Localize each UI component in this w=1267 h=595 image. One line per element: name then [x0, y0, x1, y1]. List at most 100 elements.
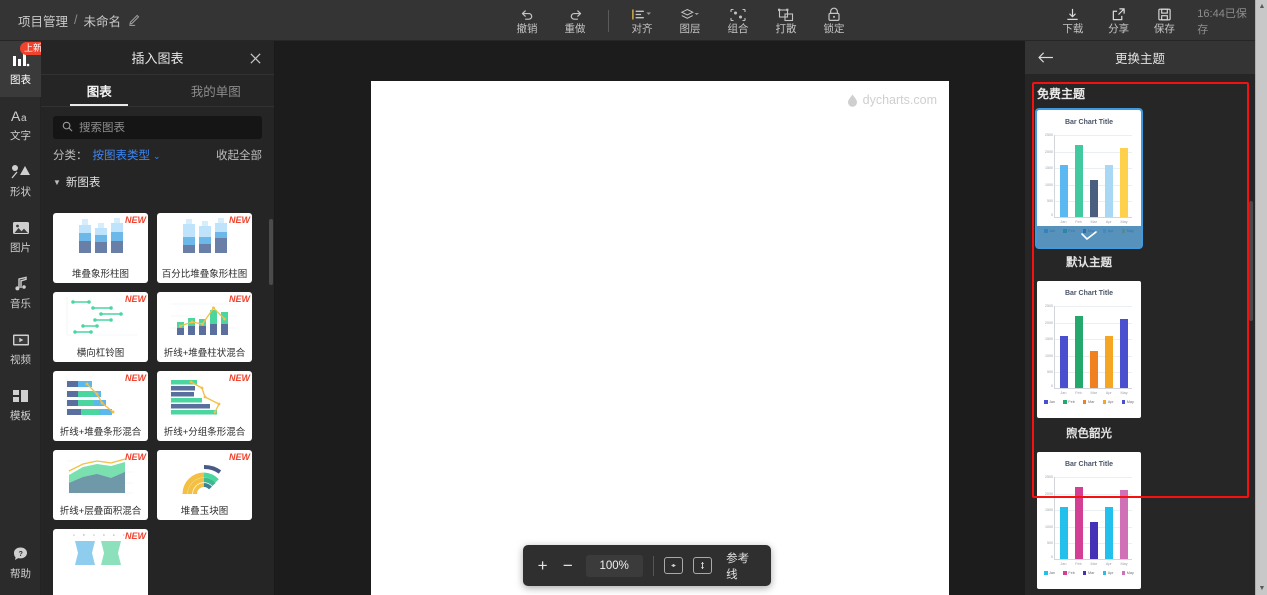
scroll-up-arrow-icon[interactable]: ▲ — [1256, 0, 1267, 13]
sidebar-item-image[interactable]: 图片 — [0, 209, 41, 265]
check-icon — [1079, 231, 1099, 242]
guides-button[interactable]: 参考线 — [726, 550, 759, 582]
group-header[interactable]: ▼ 新图表 — [41, 163, 274, 195]
sidebar-item-template[interactable]: 模板 — [0, 377, 41, 433]
svg-text:D: D — [103, 533, 105, 537]
search-icon — [62, 119, 73, 137]
breadcrumb-current[interactable]: 未命名 — [84, 11, 122, 30]
sidebar-label-template: 模板 — [10, 410, 31, 422]
sidebar-item-help[interactable]: ? 帮助 — [0, 535, 41, 591]
chart-card[interactable]: NEW ABCDEF — [53, 529, 148, 595]
toolbar-divider — [608, 9, 609, 32]
rail-bottom: ? 帮助 — [0, 535, 41, 591]
droplet-icon — [847, 94, 858, 107]
chart-card[interactable]: NEW — [53, 292, 148, 362]
chart-card[interactable]: NEW — [157, 292, 252, 362]
sidebar-item-chart[interactable]: 上新 图表 — [0, 41, 47, 97]
mini-chart: Bar Chart Title 2500 2000 1500 1000 500 0 — [1037, 452, 1141, 589]
chart-card[interactable]: NEW 堆叠象形柱图 — [53, 213, 148, 283]
theme-thumbnail: Bar Chart Title 2500 2000 1500 1000 500 0 — [1037, 452, 1141, 589]
pencil-icon[interactable] — [127, 14, 140, 27]
redo-button[interactable]: 重做 — [551, 0, 599, 41]
theme-name: 煦色韶光 — [1066, 428, 1112, 440]
sidebar-item-text[interactable]: Aa 文字 — [0, 97, 41, 153]
panel-tabs: 图表 我的单图 — [41, 75, 274, 107]
theme-panel-header: 更换主题 — [1025, 41, 1255, 74]
layer-button[interactable]: 图层 — [666, 0, 714, 41]
panel-scrollbar-thumb[interactable] — [269, 219, 273, 285]
sidebar-item-shape[interactable]: 形状 — [0, 153, 41, 209]
new-badge: NEW — [229, 215, 250, 225]
canvas-page[interactable]: dycharts.com — [371, 81, 949, 595]
filter-label: 分类： — [53, 150, 88, 162]
undo-button[interactable]: 撤销 — [503, 0, 551, 41]
chart-card[interactable]: NEW 百分比堆叠象形柱图 — [157, 213, 252, 283]
zoom-out-button[interactable]: − — [560, 557, 575, 574]
sidebar-label-video: 视频 — [10, 354, 31, 366]
group-button[interactable]: 组合 — [714, 0, 762, 41]
svg-text:a: a — [21, 113, 27, 124]
group-icon — [730, 6, 746, 23]
right-tools: 下载 分享 保存 16:44已保存 — [1050, 0, 1255, 41]
breadcrumb-separator: / — [74, 13, 78, 27]
mini-chart-title: Bar Chart Title — [1064, 290, 1114, 297]
app-root: 项目管理 / 未命名 撤销 重做 对齐 图层 组合 打散 锁定 下载 分享 保存… — [0, 0, 1267, 595]
new-badge: NEW — [229, 373, 250, 383]
sidebar-item-video[interactable]: 视频 — [0, 321, 41, 377]
mini-bars — [1056, 477, 1132, 559]
share-icon — [1111, 6, 1126, 23]
search-box[interactable] — [53, 116, 262, 139]
text-icon: Aa — [11, 107, 31, 125]
mini-bars — [1056, 306, 1132, 388]
chart-card-scroll[interactable]: NEW 堆叠象形柱图 NEW 百分比堆叠象形柱图 NEW 横向杠铃图 NEW 折… — [41, 213, 275, 595]
align-button[interactable]: 对齐 — [618, 0, 666, 41]
save-button[interactable]: 保存 — [1142, 0, 1188, 41]
chart-card[interactable]: NEW 折线+分组条形混合 — [157, 371, 252, 441]
theme-thumbnail: Bar Chart Title 2500 2000 1500 1000 500 0 — [1035, 108, 1143, 249]
chart-card[interactable]: NEW 折线+层叠面积混合 — [53, 450, 148, 520]
tab-charts[interactable]: 图表 — [41, 75, 158, 106]
share-button[interactable]: 分享 — [1096, 0, 1142, 41]
new-badge: NEW — [125, 215, 146, 225]
fit-height-icon[interactable] — [692, 557, 713, 574]
chart-card-caption: 横向杠铃图 — [76, 347, 125, 359]
zoom-in-button[interactable]: + — [535, 557, 550, 574]
zoom-value[interactable]: 100% — [585, 554, 643, 577]
theme-item[interactable]: Bar Chart Title 2500 2000 1500 1000 500 0 — [1035, 108, 1143, 270]
theme-item[interactable]: Bar Chart Title 2500 2000 1500 1000 500 0 — [1037, 452, 1141, 595]
close-icon[interactable] — [246, 49, 264, 67]
sidebar-item-music[interactable]: 音乐 — [0, 265, 41, 321]
filter-row: 分类： 按图表类型 ⌄ 收起全部 — [41, 139, 274, 163]
download-button[interactable]: 下载 — [1050, 0, 1096, 41]
help-icon: ? — [12, 545, 29, 563]
redo-label: 重做 — [564, 23, 586, 35]
template-icon — [12, 387, 30, 405]
video-icon — [12, 331, 30, 349]
save-label: 保存 — [1153, 23, 1175, 35]
breadcrumb-root[interactable]: 项目管理 — [18, 11, 68, 30]
scroll-down-arrow-icon[interactable]: ▼ — [1256, 582, 1267, 595]
svg-text:C: C — [93, 533, 95, 537]
browser-scrollbar[interactable]: ▲ ▼ — [1255, 0, 1267, 595]
new-badge: NEW — [125, 531, 146, 541]
top-toolbar: 项目管理 / 未命名 撤销 重做 对齐 图层 组合 打散 锁定 下载 分享 保存… — [0, 0, 1255, 41]
fit-width-icon[interactable] — [663, 557, 683, 574]
search-input[interactable] — [79, 121, 253, 134]
mini-xlabels: Jan Feb Mar Apr May — [1060, 220, 1128, 224]
chart-card[interactable]: NEW 折线+堆叠条形混合 — [53, 371, 148, 441]
collapse-all-button[interactable]: 收起全部 — [216, 147, 262, 163]
ungroup-button[interactable]: 打散 — [762, 0, 810, 41]
arrow-left-icon[interactable] — [1036, 48, 1055, 67]
theme-item[interactable]: Bar Chart Title 2500 2000 1500 1000 500 0 — [1037, 281, 1141, 441]
filter-value[interactable]: 按图表类型 ⌄ — [93, 147, 161, 163]
chart-card[interactable]: NEW — [157, 450, 252, 520]
chart-card-caption: 百分比堆叠象形柱图 — [161, 268, 248, 280]
theme-panel-scrollbar-thumb[interactable] — [1249, 201, 1253, 321]
mini-plot: 2500 2000 1500 1000 500 0 — [1045, 133, 1132, 218]
sidebar-label-shape: 形状 — [10, 186, 31, 198]
sidebar-label-help: 帮助 — [10, 568, 31, 580]
lock-button[interactable]: 锁定 — [810, 0, 858, 41]
svg-text:E: E — [113, 533, 115, 537]
watermark-text: dycharts.com — [862, 93, 937, 107]
tab-my-charts[interactable]: 我的单图 — [158, 75, 275, 106]
